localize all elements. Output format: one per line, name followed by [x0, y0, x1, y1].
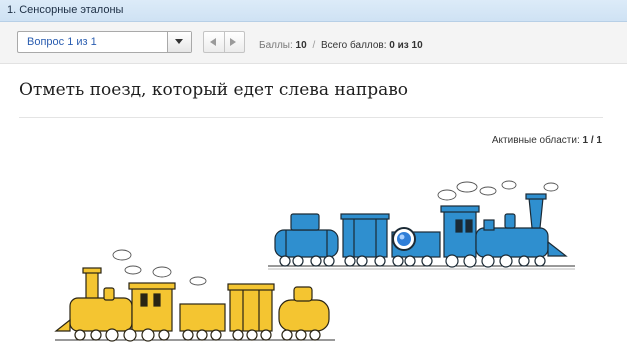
dropdown-button[interactable]	[167, 32, 191, 52]
question-divider	[19, 117, 603, 118]
score-summary: Баллы: 10 / Всего баллов: 0 из 10	[259, 40, 423, 51]
score-separator: /	[312, 40, 316, 51]
question-text: Отметь поезд, который едет слева направо	[19, 80, 409, 100]
arrow-left-icon	[210, 38, 216, 46]
next-question-button[interactable]	[224, 32, 244, 52]
points-label: Баллы:	[259, 40, 293, 51]
arrow-right-icon	[230, 38, 236, 46]
trains-illustration	[54, 180, 575, 342]
active-areas-counter: Активные области: 1 / 1	[492, 135, 602, 146]
breadcrumb: 1. Сенсорные эталоны	[7, 4, 124, 16]
total-points-label: Всего баллов:	[321, 40, 387, 51]
blue-train[interactable]	[268, 193, 575, 270]
question-navigation	[203, 31, 245, 53]
chevron-down-icon	[175, 39, 183, 44]
yellow-train-smoke	[112, 249, 207, 286]
question-select[interactable]: Вопрос 1 из 1	[17, 31, 192, 53]
selection-marker-icon[interactable]	[392, 227, 416, 251]
question-select-value: Вопрос 1 из 1	[27, 36, 97, 48]
active-areas-label: Активные области:	[491, 135, 580, 146]
total-points-value: 0 из 10	[389, 40, 423, 51]
previous-question-button[interactable]	[204, 32, 225, 52]
points-value: 10	[295, 40, 307, 51]
module-header-bar: 1. Сенсорные эталоны	[0, 0, 627, 22]
active-areas-value: 1 / 1	[582, 135, 602, 146]
